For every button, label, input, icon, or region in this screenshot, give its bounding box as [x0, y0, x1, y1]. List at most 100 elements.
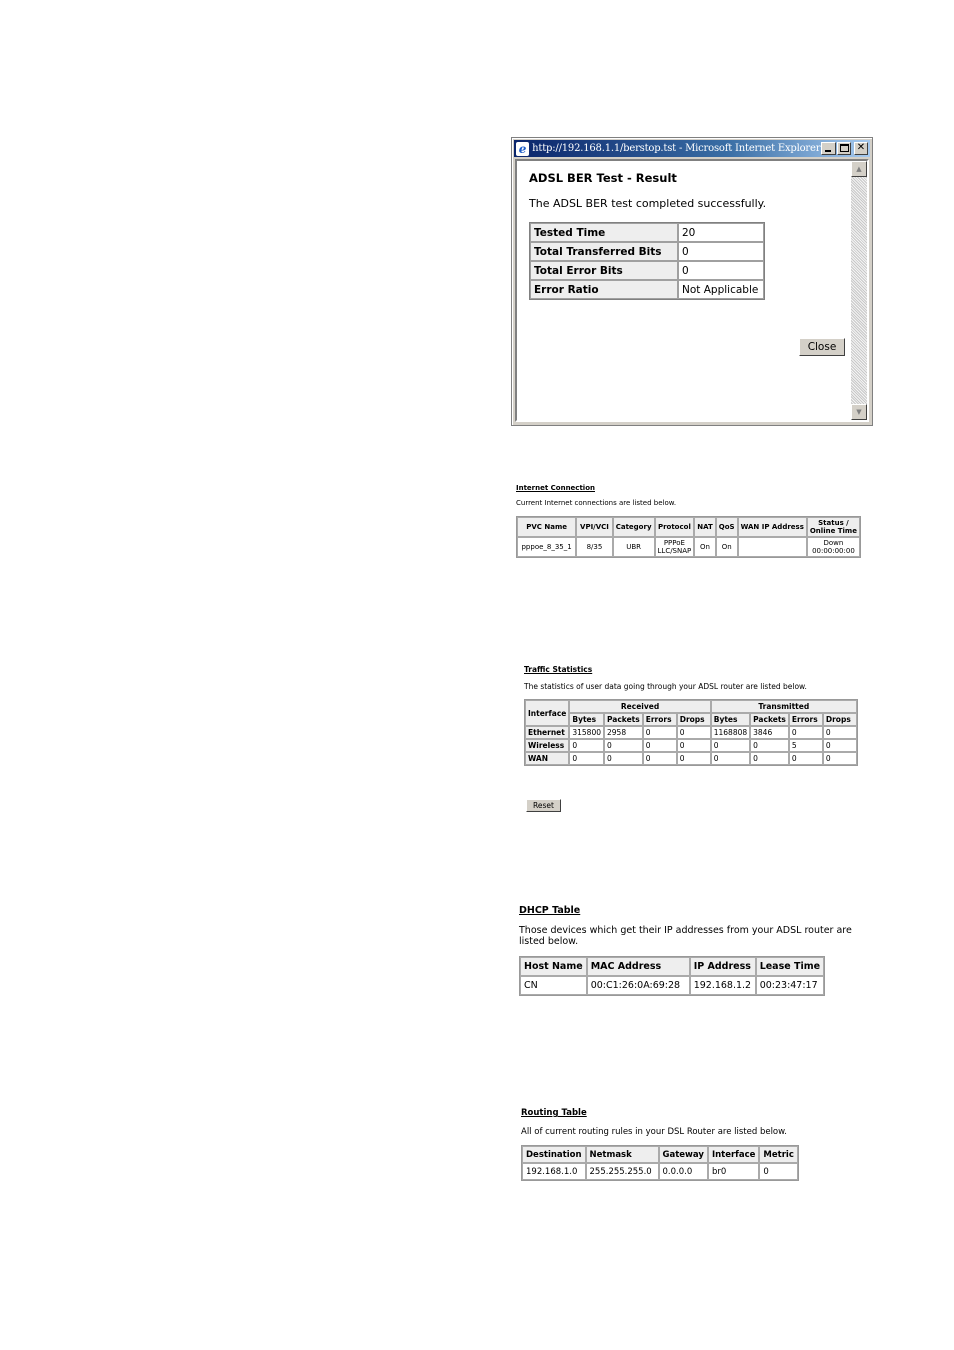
table-header-row: PVC Name VPI/VCI Category Protocol NAT Q…	[517, 517, 860, 537]
minimize-button[interactable]	[821, 142, 836, 155]
close-button[interactable]: Close	[799, 338, 845, 356]
ip-address-cell: 192.168.1.2	[689, 976, 756, 995]
vpi-vci-cell: 8/35	[576, 537, 613, 557]
column-header: Netmask	[585, 1146, 659, 1163]
window-title: http://192.168.1.1/berstop.tst - Microso…	[532, 143, 821, 154]
pvc-name-cell: pppoe_8_35_1	[517, 537, 577, 557]
protocol-cell: PPPoE LLC/SNAP	[654, 537, 695, 557]
column-header: NAT	[694, 517, 716, 537]
value-cell: 315800	[569, 726, 604, 739]
table-header-row: Interface Received Transmitted	[525, 700, 857, 726]
ber-result-table: Tested Time 20 Total Transferred Bits 0 …	[529, 222, 765, 300]
value-cell: 0	[569, 752, 604, 765]
netmask-cell: 255.255.255.0	[585, 1163, 659, 1180]
reset-button[interactable]: Reset	[526, 799, 561, 812]
table-row: Ethernet 315800 2958 0 0 1168808 3846 0 …	[525, 726, 857, 739]
value-cell: 0	[569, 739, 604, 752]
maximize-button[interactable]	[836, 142, 851, 155]
qos-cell: On	[715, 537, 738, 557]
table-row: Total Error Bits 0	[530, 261, 764, 280]
column-header: Packets	[604, 713, 643, 726]
table-header-row: Host Name MAC Address IP Address Lease T…	[520, 957, 825, 976]
table-row: 192.168.1.0 255.255.255.0 0.0.0.0 br0 0	[522, 1163, 798, 1180]
internet-connection-table: PVC Name VPI/VCI Category Protocol NAT Q…	[516, 516, 861, 558]
column-header: QoS	[715, 517, 738, 537]
result-message: The ADSL BER test completed successfully…	[529, 197, 767, 210]
nat-cell: On	[694, 537, 716, 557]
scroll-up-button[interactable]: ▲	[851, 161, 867, 177]
error-ratio-value: Not Applicable	[678, 280, 764, 299]
cell-line: 00:00:00:00	[812, 547, 855, 555]
column-header: WAN IP Address	[737, 517, 807, 537]
ber-test-popup-window: e http://192.168.1.1/berstop.tst - Micro…	[511, 137, 873, 426]
maximize-icon	[839, 144, 849, 152]
metric-cell: 0	[759, 1163, 798, 1180]
column-header: Bytes	[569, 713, 604, 726]
value-cell: 0	[822, 752, 857, 765]
scroll-down-button[interactable]: ▼	[851, 404, 867, 420]
section-description: Current Internet connections are listed …	[516, 499, 677, 507]
column-header: Interface	[707, 1146, 760, 1163]
column-header: Drops	[822, 713, 857, 726]
value-cell: 0	[822, 726, 857, 739]
section-title: DHCP Table	[519, 905, 581, 916]
cell-line: Down	[823, 539, 844, 547]
total-error-bits-value: 0	[678, 261, 764, 280]
lease-time-cell: 00:23:47:17	[755, 976, 825, 995]
value-cell: 2958	[604, 726, 643, 739]
section-description: The statistics of user data going throug…	[524, 682, 807, 691]
table-row: WAN 0 0 0 0 0 0 0 0	[525, 752, 857, 765]
tested-time-label: Tested Time	[530, 223, 678, 242]
value-cell: 0	[710, 739, 751, 752]
value-cell: 0	[750, 752, 789, 765]
column-header: Protocol	[654, 517, 695, 537]
column-header: Drops	[676, 713, 711, 726]
value-cell: 0	[788, 752, 823, 765]
total-transferred-bits-label: Total Transferred Bits	[530, 242, 678, 261]
window-titlebar[interactable]: e http://192.168.1.1/berstop.tst - Micro…	[514, 140, 870, 157]
vertical-scrollbar[interactable]: ▲ ▼	[851, 161, 867, 420]
wan-ip-cell	[737, 537, 807, 557]
column-header: PVC Name	[517, 517, 577, 537]
traffic-statistics-section: Traffic Statistics The statistics of use…	[524, 665, 864, 766]
value-cell: 0	[710, 752, 751, 765]
section-title: Internet Connection	[516, 484, 595, 492]
window-content: ADSL BER Test - Result The ADSL BER test…	[515, 159, 869, 422]
category-cell: UBR	[612, 537, 655, 557]
dhcp-table: Host Name MAC Address IP Address Lease T…	[519, 956, 826, 996]
interface-cell: WAN	[525, 752, 570, 765]
interface-cell: Wireless	[525, 739, 570, 752]
value-cell: 0	[604, 739, 643, 752]
value-cell: 0	[822, 739, 857, 752]
close-window-button[interactable]: ✕	[853, 142, 869, 155]
status-cell: Down 00:00:00:00	[806, 537, 860, 557]
minimize-icon	[825, 150, 832, 152]
column-header: Lease Time	[755, 957, 825, 976]
error-ratio-label: Error Ratio	[530, 280, 678, 299]
routing-table-section: Routing Table All of current routing rul…	[521, 1108, 821, 1181]
section-title: Routing Table	[521, 1108, 587, 1118]
total-error-bits-label: Total Error Bits	[530, 261, 678, 280]
column-header: Gateway	[658, 1146, 708, 1163]
column-header: Metric	[759, 1146, 798, 1163]
gateway-cell: 0.0.0.0	[658, 1163, 708, 1180]
tested-time-value: 20	[678, 223, 764, 242]
value-cell: 0	[676, 752, 711, 765]
table-subheader-row: Bytes Packets Errors Drops Bytes Packets…	[525, 713, 857, 726]
column-header-status: Status / Online Time	[806, 517, 860, 537]
close-icon: ✕	[856, 142, 866, 153]
dhcp-table-section: DHCP Table Those devices which get their…	[519, 905, 869, 996]
value-cell: 0	[676, 739, 711, 752]
column-header: VPI/VCI	[576, 517, 613, 537]
table-row: Total Transferred Bits 0	[530, 242, 764, 261]
internet-connection-section: Internet Connection Current Internet con…	[516, 484, 861, 558]
column-header: Destination	[522, 1146, 586, 1163]
cell-line: PPPoE	[663, 539, 685, 547]
column-header: Bytes	[710, 713, 751, 726]
arrow-down-icon: ▼	[856, 408, 862, 416]
cell-line: LLC/SNAP	[657, 547, 692, 555]
mac-address-cell: 00:C1:26:0A:69:28	[586, 976, 690, 995]
table-header-row: Destination Netmask Gateway Interface Me…	[522, 1146, 798, 1163]
value-cell: 0	[788, 726, 823, 739]
page-title: ADSL BER Test - Result	[529, 171, 677, 185]
